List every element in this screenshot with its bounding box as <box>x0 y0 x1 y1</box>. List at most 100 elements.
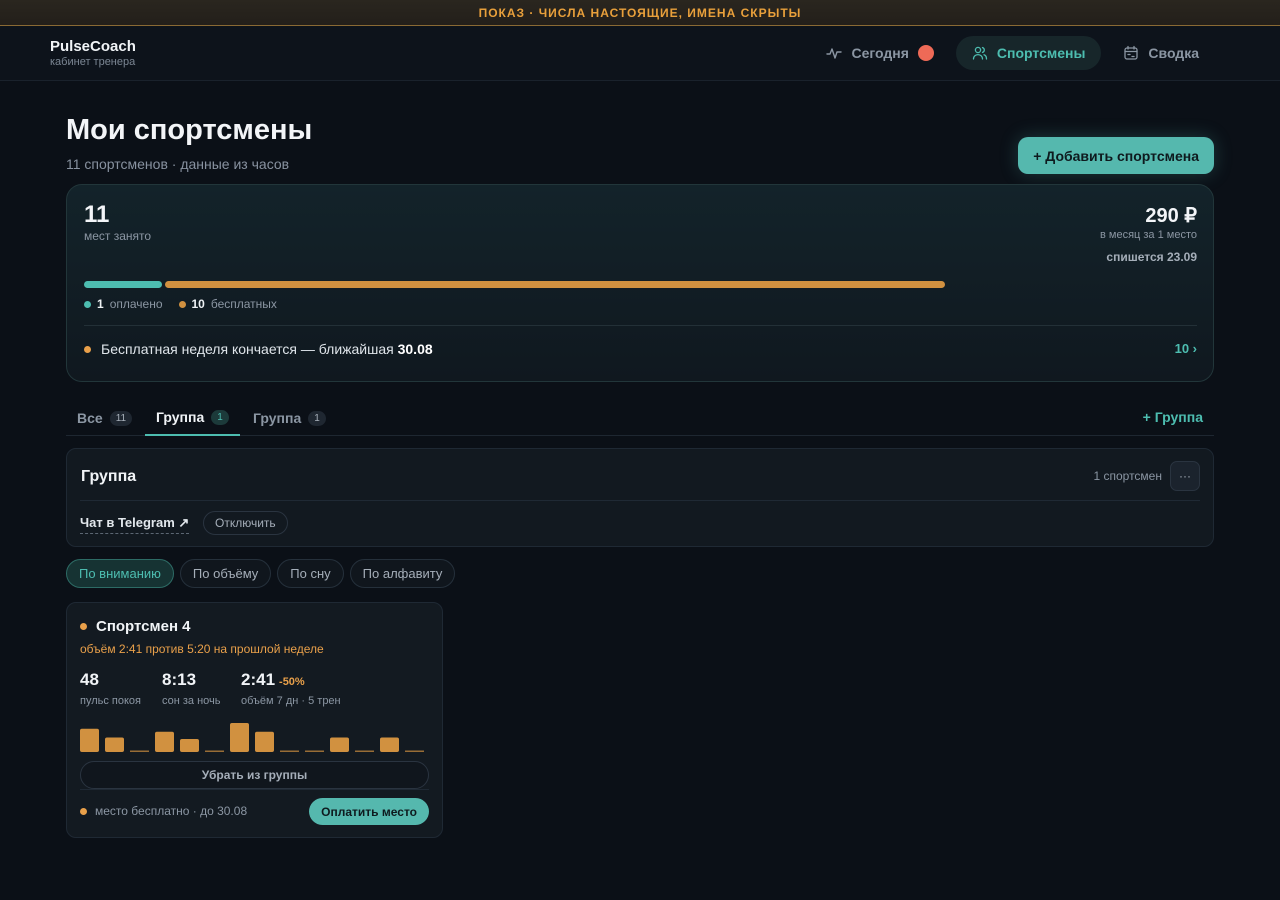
athlete-status-dot <box>80 623 87 630</box>
trial-text: Бесплатная неделя кончается — ближайшая <box>101 341 394 357</box>
calendar-icon <box>1124 45 1139 60</box>
brand-name: PulseCoach <box>50 38 136 55</box>
metric-volume: 2:41 -50% объём 7 дн · 5 трен <box>241 670 341 707</box>
athlete-alert: объём 2:41 против 5:20 на прошлой неделе <box>80 642 324 656</box>
athlete-divider <box>80 789 429 790</box>
group-title: Группа <box>81 468 137 485</box>
tab-count: 1 <box>211 409 229 425</box>
metric-sleep: 8:13 сон за ночь <box>162 670 221 707</box>
seats-legend: 1 оплачено 10 бесплатных <box>84 297 277 311</box>
sort-sleep[interactable]: По сну <box>277 559 344 588</box>
nav-summary-label: Сводка <box>1148 45 1199 61</box>
seats-taken-label: мест занято <box>84 229 152 243</box>
tab-count: 11 <box>109 410 133 426</box>
athlete-card[interactable]: Спортсмен 4 объём 2:41 против 5:20 на пр… <box>66 602 443 838</box>
volume-sparkline <box>80 723 424 752</box>
brand-subtitle: кабинет тренера <box>50 56 136 68</box>
athlete-name: Спортсмен 4 <box>96 618 191 635</box>
metric-label: объём 7 дн · 5 трен <box>241 695 341 707</box>
spark-bar <box>230 723 249 752</box>
price-label: в месяц за 1 место <box>1100 229 1197 241</box>
metric-label: пульс покоя <box>80 695 142 707</box>
trial-date: 30.08 <box>397 341 433 357</box>
paid-label: оплачено <box>109 297 163 311</box>
spark-bar <box>305 750 324 752</box>
top-bar: PulseCoach кабинет тренера Сегодня Спорт… <box>0 26 1280 81</box>
athlete-name-row: Спортсмен 4 <box>80 618 191 635</box>
users-icon <box>972 46 988 60</box>
group-athlete-count: 1 спортсмен <box>1093 469 1162 483</box>
nav-summary[interactable]: Сводка <box>1107 36 1215 70</box>
sort-attention[interactable]: По вниманию <box>66 559 174 588</box>
metric-value: 48 <box>80 670 99 689</box>
page-subtitle: 11 спортсменов · данные из часов <box>66 156 290 172</box>
pulse-icon <box>826 48 843 59</box>
spark-bar <box>405 750 424 752</box>
metric-label: сон за ночь <box>162 695 221 707</box>
sort-alphabet[interactable]: По алфавиту <box>349 559 456 588</box>
seat-info-text: место бесплатно · до 30.08 <box>95 804 248 818</box>
add-group-button[interactable]: + Группа <box>1143 409 1203 425</box>
legend-free: 10 бесплатных <box>178 297 277 311</box>
group-divider <box>80 500 1200 501</box>
nav-athletes-label: Спортсмены <box>996 45 1086 61</box>
seats-bar <box>84 281 1198 288</box>
metric-delta: -50% <box>279 676 305 688</box>
spark-bar <box>155 731 174 752</box>
free-label: бесплатных <box>210 297 277 311</box>
seats-summary-card: 11 мест занято 290 ₽ в месяц за 1 место … <box>66 184 1214 382</box>
paid-count: 1 <box>97 297 104 311</box>
price-value: 290 ₽ <box>1145 205 1197 227</box>
spark-bar <box>80 728 99 752</box>
sort-options: По вниманию По объёму По сну По алфавиту <box>66 559 456 588</box>
seats-taken-value: 11 <box>84 201 110 228</box>
group-more-button[interactable]: ··· <box>1170 461 1200 491</box>
spark-bar <box>280 750 299 752</box>
spark-bar <box>355 750 374 752</box>
tab-label: Группа <box>253 410 302 426</box>
add-athlete-button[interactable]: + Добавить спортсмена <box>1018 137 1214 174</box>
main-nav: Сегодня Спортсмены Сводка <box>810 36 1215 70</box>
brand[interactable]: PulseCoach кабинет тренера <box>50 38 136 68</box>
tab-label: Группа <box>156 409 205 425</box>
tab-count: 1 <box>308 410 326 426</box>
disconnect-button[interactable]: Отключить <box>203 511 288 535</box>
remove-from-group-button[interactable]: Убрать из группы <box>80 761 429 789</box>
telegram-chat-link[interactable]: Чат в Telegram ↗ <box>80 515 190 534</box>
nav-today-label: Сегодня <box>851 45 909 61</box>
spark-bar <box>130 750 149 752</box>
summary-divider <box>84 325 1197 326</box>
trial-notice: Бесплатная неделя кончается — ближайшая … <box>84 341 433 357</box>
page-title: Мои спортсмены <box>66 114 313 146</box>
paid-dot <box>84 300 91 308</box>
sort-volume[interactable]: По объёму <box>179 559 272 588</box>
metric-value: 8:13 <box>162 670 197 689</box>
seat-status-dot <box>80 807 87 815</box>
alert-dot <box>917 45 934 61</box>
nav-athletes[interactable]: Спортсмены <box>955 36 1102 70</box>
spark-bar <box>180 738 199 752</box>
trial-dot <box>84 345 91 353</box>
tab-all[interactable]: Все 11 <box>66 400 143 436</box>
metric-value: 2:41 <box>241 670 276 689</box>
free-dot <box>178 300 186 308</box>
spark-bar <box>205 750 224 752</box>
legend-paid: 1 оплачено <box>84 297 163 311</box>
spark-bar <box>255 731 274 752</box>
tab-group-1[interactable]: Группа 1 <box>145 400 240 436</box>
pay-seat-button[interactable]: Оплатить место <box>309 798 429 825</box>
seats-bar-paid <box>84 281 162 288</box>
charge-date: спишется 23.09 <box>1106 250 1197 264</box>
seats-bar-free <box>165 281 946 288</box>
group-card: Группа 1 спортсмен ··· Чат в Telegram ↗ … <box>66 448 1214 547</box>
tab-group-2[interactable]: Группа 1 <box>242 400 337 436</box>
tab-label: Все <box>77 410 103 426</box>
metric-resting-hr: 48 пульс покоя <box>80 670 141 707</box>
nav-today[interactable]: Сегодня <box>810 36 949 70</box>
seat-info: место бесплатно · до 30.08 <box>80 804 247 818</box>
spark-bar <box>380 737 399 752</box>
trial-link[interactable]: 10 › <box>1175 341 1197 356</box>
demo-banner: ПОКАЗ · ЧИСЛА НАСТОЯЩИЕ, ИМЕНА СКРЫТЫ <box>0 0 1280 26</box>
spark-bar <box>105 737 124 752</box>
free-count: 10 <box>191 297 205 311</box>
